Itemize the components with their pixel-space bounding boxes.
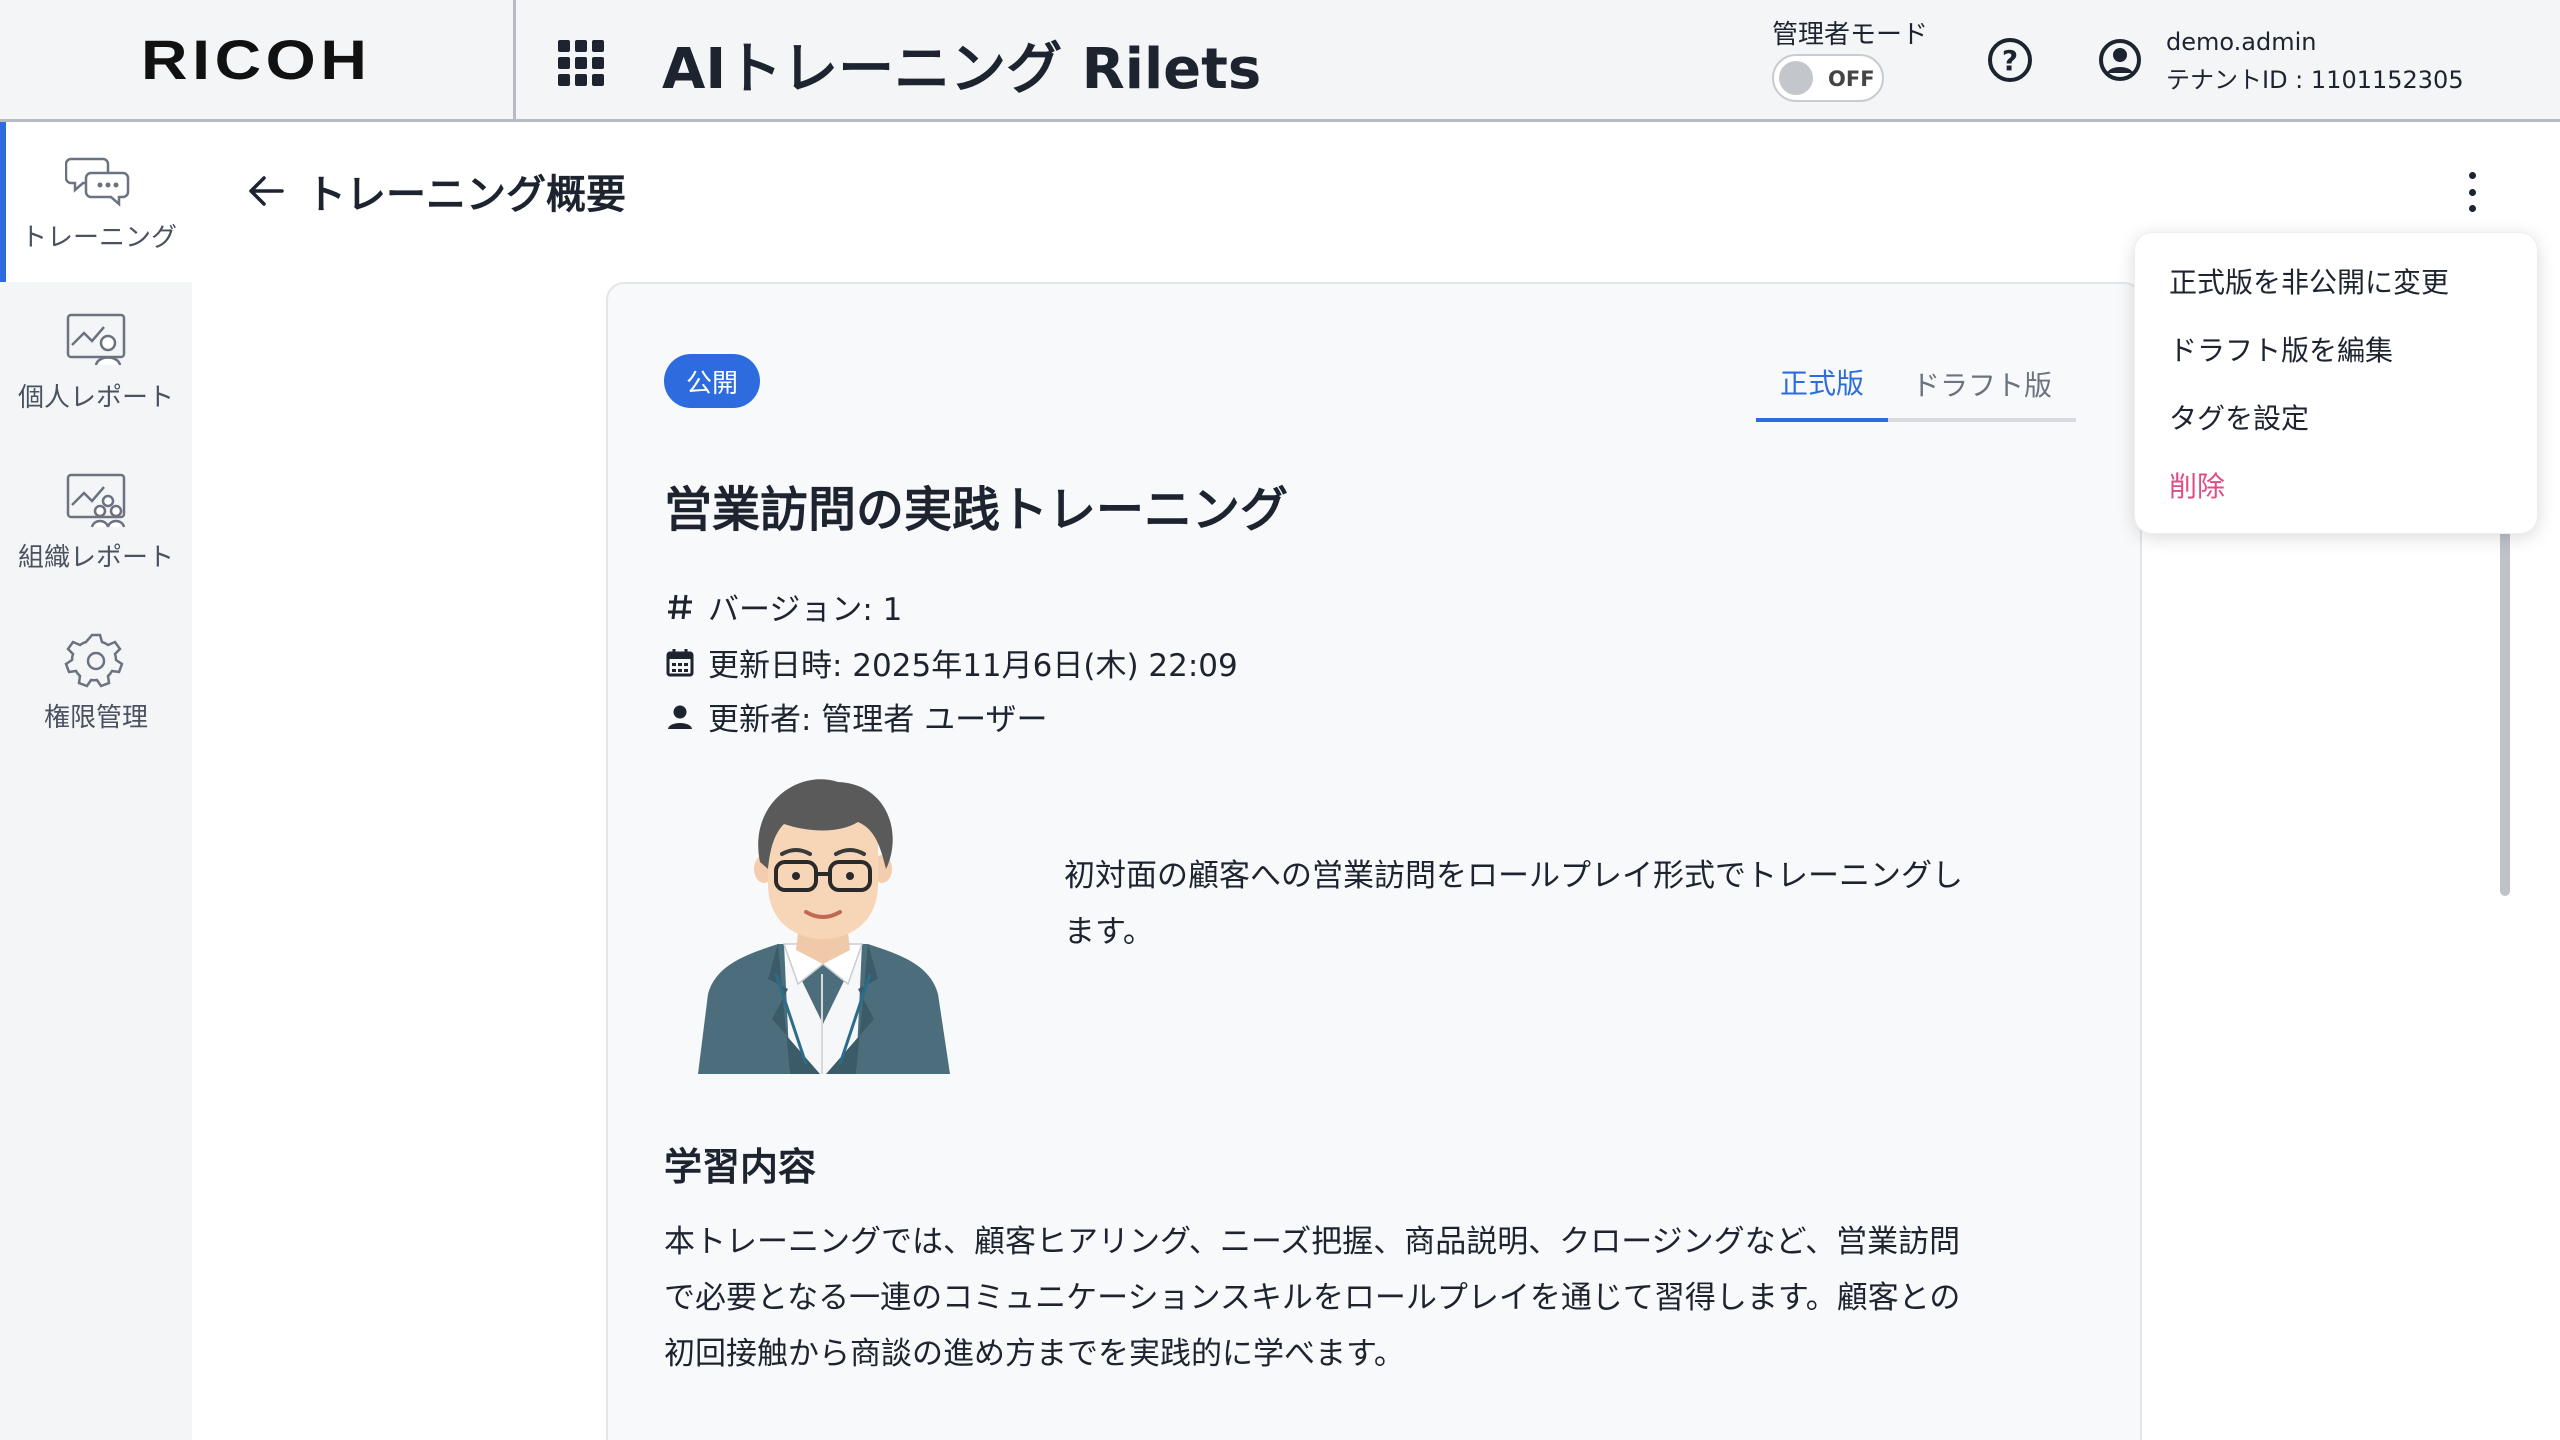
more-options-icon[interactable] (2460, 172, 2484, 212)
toggle-state-label: OFF (1828, 67, 1875, 91)
training-description: 初対面の顧客への営業訪問をロールプレイ形式でトレーニングします。 (1064, 858, 1963, 950)
hash-icon (668, 594, 692, 619)
help-icon[interactable]: ? (1988, 38, 2032, 82)
sidebar-item-label: トレーニング (20, 222, 177, 253)
menu-item-delete[interactable]: 削除 (2169, 465, 2225, 505)
back-arrow-icon[interactable] (244, 169, 288, 213)
user-name: demo.admin (2166, 28, 2317, 56)
user-info: demo.admin テナントID : 1101152305 (2166, 28, 2464, 95)
updated-at-text: 更新日時: 2025年11月6日(木) 22:09 (708, 648, 1238, 684)
businessman-avatar-image (698, 779, 950, 1074)
toggle-knob (1779, 61, 1813, 95)
training-title: 営業訪問の実践トレーニング (664, 482, 1289, 538)
gear-icon (64, 633, 124, 688)
admin-mode-toggle[interactable]: OFF (1772, 54, 1884, 102)
person-report-icon (66, 313, 126, 365)
sidebar-item-label: 個人レポート (17, 382, 174, 413)
page-title: トレーニング概要 (306, 172, 626, 218)
updated-by-text: 更新者: 管理者 ユーザー (708, 702, 1048, 738)
page-header: トレーニング概要 (244, 162, 626, 220)
person-icon (668, 705, 692, 729)
admin-mode: 管理者モード OFF (1772, 14, 1942, 102)
app-header: RICOH AIトレーニング Rilets 管理者モード OFF ? demo.… (0, 0, 2560, 122)
sidebar-item-training[interactable]: トレーニング (0, 122, 192, 282)
app-title: AIトレーニング Rilets (662, 37, 1262, 102)
status-badge: 公開 (664, 354, 761, 408)
version-info: バージョン: 1 (664, 584, 902, 629)
calendar-icon (666, 648, 694, 676)
updated-at-info: 更新日時: 2025年11月6日(木) 22:09 (664, 640, 1238, 685)
sidebar-item-label: 権限管理 (43, 702, 148, 733)
learning-content-title: 学習内容 (664, 1145, 817, 1189)
learning-content-body: 本トレーニングでは、顧客ヒアリング、ニーズ把握、商品説明、クロージングなど、営業… (664, 1224, 1961, 1372)
tab-draft[interactable]: ドラフト版 (1888, 346, 2076, 422)
chat-bubbles-icon (65, 157, 130, 207)
version-text: バージョン: 1 (708, 592, 903, 628)
vertical-scrollbar[interactable] (2500, 520, 2510, 896)
menu-item-unpublish[interactable]: 正式版を非公開に変更 (2169, 261, 2449, 301)
sidebar-item-permissions[interactable]: 権限管理 (0, 602, 192, 762)
version-tabs: 正式版 ドラフト版 (1756, 346, 2076, 422)
admin-mode-label: 管理者モード (1772, 20, 1929, 50)
tenant-id: テナントID : 1101152305 (2166, 66, 2464, 94)
tab-official[interactable]: 正式版 (1756, 346, 1888, 422)
logo-area: RICOH (0, 0, 516, 119)
ricoh-logo: RICOH (141, 28, 372, 91)
app-grid-icon[interactable] (558, 40, 604, 86)
sidebar-item-org-report[interactable]: 組織レポート (0, 442, 192, 602)
training-card: 公開 正式版 ドラフト版 営業訪問の実践トレーニング バージョン: 1 更新日時… (606, 282, 2142, 1440)
menu-item-edit-draft[interactable]: ドラフト版を編集 (2169, 329, 2393, 369)
group-report-icon (66, 473, 126, 527)
updated-by-info: 更新者: 管理者 ユーザー (664, 694, 1048, 739)
sidebar-item-label: 組織レポート (17, 542, 174, 573)
menu-item-set-tags[interactable]: タグを設定 (2169, 397, 2309, 437)
sidebar: トレーニング 個人レポート 組織レポート 権限管理 (0, 122, 192, 1440)
sidebar-item-personal-report[interactable]: 個人レポート (0, 282, 192, 442)
more-options-menu: 正式版を非公開に変更 ドラフト版を編集 タグを設定 削除 (2134, 232, 2538, 534)
user-account-icon[interactable] (2098, 38, 2142, 82)
